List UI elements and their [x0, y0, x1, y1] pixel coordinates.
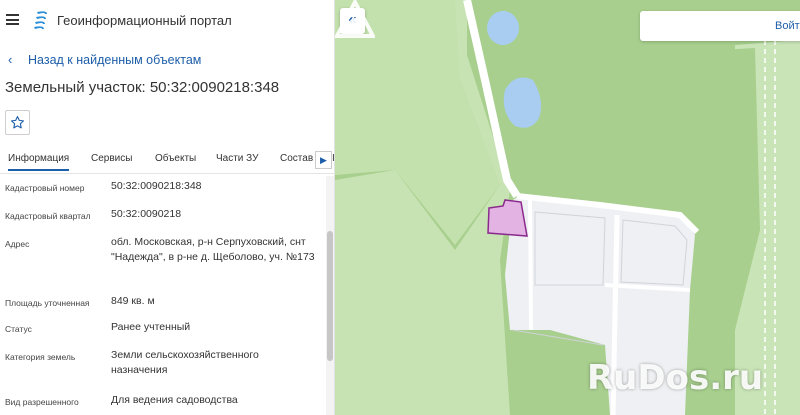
- tabs-scroll-right-button[interactable]: ▶: [315, 151, 332, 169]
- object-tabs: Информация Сервисы Объекты Части ЗУ Сост…: [0, 148, 334, 174]
- portal-logo-icon: [34, 11, 47, 29]
- tab-composition[interactable]: Состав: [280, 153, 313, 164]
- attributes-list: Кадастровый номер 50:32:0090218:348 Када…: [0, 176, 325, 415]
- road: [528, 199, 533, 331]
- attribute-value: 50:32:0090218: [111, 208, 182, 220]
- attribute-label: Кадастровый номер: [5, 183, 85, 193]
- add-to-favorites-button[interactable]: [5, 110, 30, 135]
- hamburger-menu-icon[interactable]: [6, 14, 19, 25]
- pond: [503, 77, 541, 128]
- chevron-left-icon: ‹: [8, 52, 13, 67]
- tab-objects[interactable]: Объекты: [155, 153, 196, 164]
- attribute-label: Кадастровый квартал: [5, 211, 91, 221]
- attribute-label: Площадь уточненная: [5, 298, 90, 308]
- attribute-value: Ранее учтенный: [111, 321, 191, 333]
- attribute-value: Земли сельскохозяйственного назначения: [111, 349, 259, 376]
- rudos-logo-icon: [335, 0, 375, 38]
- back-link-label: Назад к найденным объектам: [28, 53, 202, 67]
- attribute-value: обл. Московская, р-н Серпуховский, снт "…: [111, 236, 315, 263]
- attribute-value: 849 кв. м: [111, 295, 155, 307]
- attribute-label: Статус: [5, 324, 32, 334]
- login-button[interactable]: Войт: [775, 20, 800, 32]
- watermark-text: RuDos.ru: [587, 358, 764, 398]
- map-canvas[interactable]: [335, 0, 800, 415]
- attribute-label: Вид разрешенного: [5, 397, 79, 407]
- attributes-scrollbar[interactable]: [326, 176, 334, 415]
- app-header: Геоинформационный портал: [0, 0, 334, 42]
- attribute-value: Для ведения садоводства: [111, 394, 238, 406]
- attribute-value: 50:32:0090218:348: [111, 180, 202, 192]
- scrollbar-thumb[interactable]: [327, 231, 333, 361]
- tab-services[interactable]: Сервисы: [91, 153, 132, 164]
- back-to-results-link[interactable]: ‹ Назад к найденным объектам: [8, 52, 201, 68]
- tab-parts[interactable]: Части ЗУ: [216, 153, 258, 164]
- map-view[interactable]: « Войт RuDos.ru: [335, 0, 800, 415]
- attribute-label: Категория земель: [5, 352, 76, 362]
- pond: [487, 11, 519, 45]
- object-info-panel: Геоинформационный портал ‹ Назад к найден…: [0, 0, 335, 415]
- page-title: Земельный участок: 50:32:0090218:348: [5, 79, 280, 96]
- attribute-label: Адрес: [5, 239, 30, 249]
- tab-info[interactable]: Информация: [8, 153, 70, 171]
- app-title: Геоинформационный портал: [57, 13, 232, 28]
- star-icon: [11, 116, 24, 129]
